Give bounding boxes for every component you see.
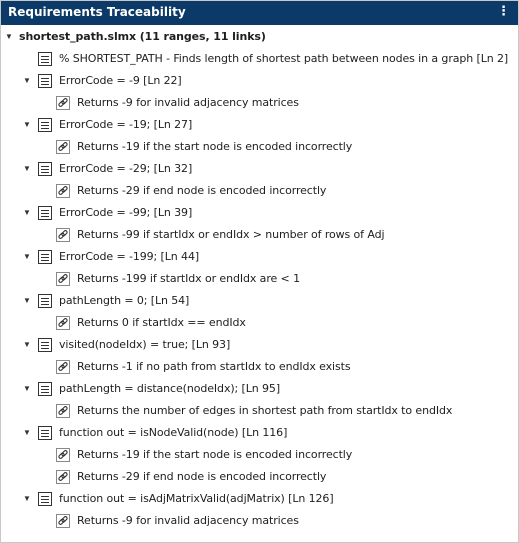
range-label: ErrorCode = -29; [Ln 32]: [59, 162, 193, 175]
link-icon: [56, 470, 70, 484]
document-icon: [38, 294, 52, 308]
link-item[interactable]: Returns -29 if end node is encoded incor…: [1, 181, 518, 201]
link-item[interactable]: Returns 0 if startIdx == endIdx: [1, 313, 518, 333]
panel-title: Requirements Traceability: [8, 5, 186, 19]
range-label: ErrorCode = -99; [Ln 39]: [59, 206, 193, 219]
chevron-down-icon[interactable]: ▼: [22, 489, 32, 509]
link-label: Returns -199 if startIdx or endIdx are <…: [77, 272, 300, 285]
link-item[interactable]: Returns the number of edges in shortest …: [1, 401, 518, 421]
link-label: Returns -1 if no path from startIdx to e…: [77, 360, 351, 373]
link-icon: [56, 96, 70, 110]
range-item[interactable]: ▼ ErrorCode = -9 [Ln 22]: [1, 71, 518, 91]
range-item[interactable]: ▼ pathLength = distance(nodeIdx); [Ln 95]: [1, 379, 518, 399]
link-item[interactable]: Returns -19 if the start node is encoded…: [1, 445, 518, 465]
range-label: function out = isAdjMatrixValid(adjMatri…: [59, 492, 334, 505]
document-icon: [38, 382, 52, 396]
range-label: visited(nodeIdx) = true; [Ln 93]: [59, 338, 231, 351]
tree-root[interactable]: ▼ shortest_path.slmx (11 ranges, 11 links…: [1, 27, 518, 47]
link-icon: [56, 184, 70, 198]
document-icon: [38, 250, 52, 264]
document-icon: [38, 338, 52, 352]
requirements-traceability-panel: Requirements Traceability ⋮ ▼ shortest_pa…: [0, 0, 519, 543]
chevron-down-icon[interactable]: ▼: [22, 335, 32, 355]
link-item[interactable]: Returns -19 if the start node is encoded…: [1, 137, 518, 157]
link-icon: [56, 360, 70, 374]
range-item[interactable]: ▼ ErrorCode = -99; [Ln 39]: [1, 203, 518, 223]
range-label: ErrorCode = -19; [Ln 27]: [59, 118, 193, 131]
vertical-ellipsis-icon[interactable]: ⋮: [497, 4, 510, 20]
document-icon: [38, 492, 52, 506]
link-label: Returns -29 if end node is encoded incor…: [77, 184, 327, 197]
range-item[interactable]: ▼ pathLength = 0; [Ln 54]: [1, 291, 518, 311]
range-label: % SHORTEST_PATH - Finds length of shorte…: [59, 52, 509, 65]
chevron-down-icon[interactable]: ▼: [22, 379, 32, 399]
range-item[interactable]: % SHORTEST_PATH - Finds length of shorte…: [1, 49, 518, 69]
link-icon: [56, 228, 70, 242]
document-icon: [38, 118, 52, 132]
link-icon: [56, 272, 70, 286]
link-item[interactable]: Returns -9 for invalid adjacency matrice…: [1, 511, 518, 531]
range-item[interactable]: ▼ function out = isAdjMatrixValid(adjMatr…: [1, 489, 518, 509]
link-item[interactable]: Returns -29 if end node is encoded incor…: [1, 467, 518, 487]
link-icon: [56, 316, 70, 330]
link-label: Returns -19 if the start node is encoded…: [77, 448, 353, 461]
range-label: function out = isNodeValid(node) [Ln 116…: [59, 426, 288, 439]
panel-titlebar: Requirements Traceability ⋮: [1, 1, 518, 25]
range-item[interactable]: ▼ ErrorCode = -19; [Ln 27]: [1, 115, 518, 135]
link-label: Returns -9 for invalid adjacency matrice…: [77, 514, 299, 527]
chevron-down-icon[interactable]: ▼: [22, 291, 32, 311]
chevron-down-icon[interactable]: ▼: [22, 423, 32, 443]
range-item[interactable]: ▼ ErrorCode = -199; [Ln 44]: [1, 247, 518, 267]
range-label: ErrorCode = -199; [Ln 44]: [59, 250, 200, 263]
link-item[interactable]: Returns -99 if startIdx or endIdx > numb…: [1, 225, 518, 245]
chevron-down-icon[interactable]: ▼: [4, 27, 14, 47]
range-label: pathLength = 0; [Ln 54]: [59, 294, 190, 307]
link-label: Returns -19 if the start node is encoded…: [77, 140, 353, 153]
link-label: Returns the number of edges in shortest …: [77, 404, 453, 417]
link-label: Returns -29 if end node is encoded incor…: [77, 470, 327, 483]
range-item[interactable]: ▼ ErrorCode = -29; [Ln 32]: [1, 159, 518, 179]
chevron-down-icon[interactable]: ▼: [22, 71, 32, 91]
document-icon: [38, 162, 52, 176]
document-icon: [38, 52, 52, 66]
range-label: pathLength = distance(nodeIdx); [Ln 95]: [59, 382, 281, 395]
link-item[interactable]: Returns -1 if no path from startIdx to e…: [1, 357, 518, 377]
link-icon: [56, 448, 70, 462]
document-icon: [38, 74, 52, 88]
document-icon: [38, 206, 52, 220]
range-item[interactable]: ▼ visited(nodeIdx) = true; [Ln 93]: [1, 335, 518, 355]
link-icon: [56, 514, 70, 528]
range-item[interactable]: ▼ function out = isNodeValid(node) [Ln 11…: [1, 423, 518, 443]
chevron-down-icon[interactable]: ▼: [22, 159, 32, 179]
link-item[interactable]: Returns -199 if startIdx or endIdx are <…: [1, 269, 518, 289]
link-icon: [56, 140, 70, 154]
link-icon: [56, 404, 70, 418]
link-item[interactable]: Returns -9 for invalid adjacency matrice…: [1, 93, 518, 113]
link-label: Returns -9 for invalid adjacency matrice…: [77, 96, 299, 109]
chevron-down-icon[interactable]: ▼: [22, 247, 32, 267]
chevron-down-icon[interactable]: ▼: [22, 203, 32, 223]
tree-root-label: shortest_path.slmx (11 ranges, 11 links): [19, 30, 266, 43]
link-label: Returns 0 if startIdx == endIdx: [77, 316, 246, 329]
chevron-down-icon[interactable]: ▼: [22, 115, 32, 135]
link-label: Returns -99 if startIdx or endIdx > numb…: [77, 228, 385, 241]
range-label: ErrorCode = -9 [Ln 22]: [59, 74, 182, 87]
document-icon: [38, 426, 52, 440]
